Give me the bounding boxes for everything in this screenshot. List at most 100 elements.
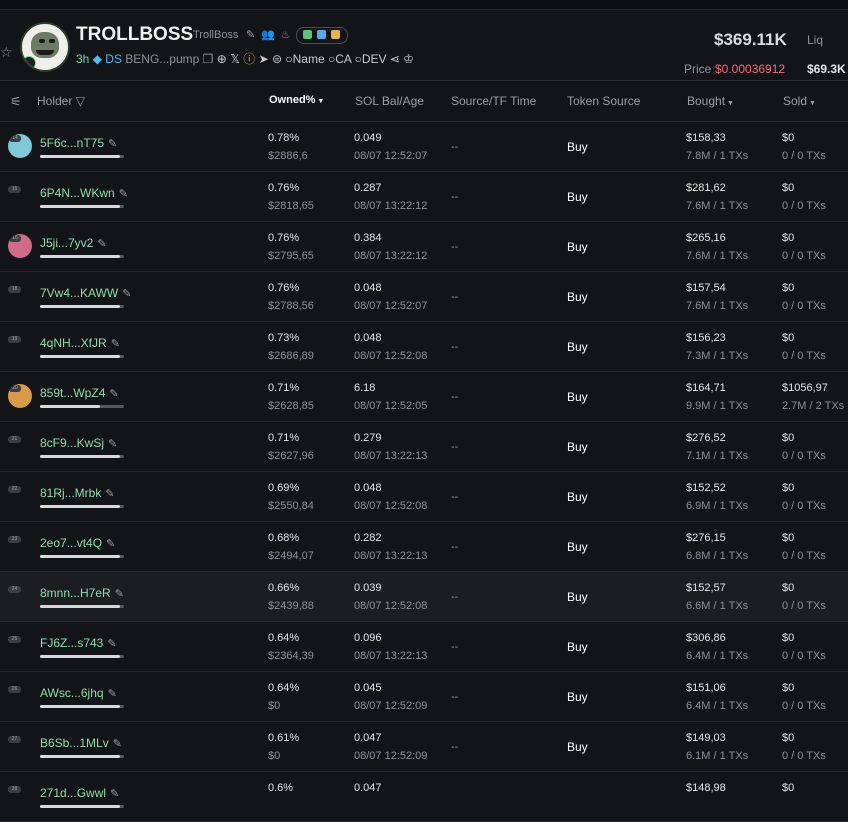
holder-address[interactable]: 6P4N...WKwn ✎ xyxy=(40,186,128,200)
table-row[interactable]: 20 859t...WpZ4 ✎ 0.71% $2628,85 6.18 08/07 12:… xyxy=(0,372,848,422)
bought-column-header[interactable]: Bought ▼ xyxy=(687,94,734,108)
ds-link[interactable]: DS xyxy=(105,52,122,66)
token-source-column-header[interactable]: Token Source xyxy=(567,94,640,108)
holder-address[interactable]: 81Rj...Mrbk ✎ xyxy=(40,486,115,500)
search-dev-link[interactable]: DEV xyxy=(362,52,387,66)
holder-address[interactable]: 8mnn...H7eR ✎ xyxy=(40,586,124,600)
crown-icon[interactable]: ♔ xyxy=(403,52,414,66)
sol-column-header[interactable]: SOL Bal/Age xyxy=(355,94,424,108)
sort-icon[interactable]: ▼ xyxy=(725,100,734,107)
owned-usd: $0 xyxy=(268,750,281,762)
table-row[interactable]: 27 B6Sb...1MLv ✎ 0.61% $0 0.047 08/07 12:52:09… xyxy=(0,722,848,772)
holder-address[interactable]: J5ji...7yv2 ✎ xyxy=(40,236,107,250)
sol-balance: 0.049 xyxy=(354,132,382,144)
edit-icon[interactable]: ✎ xyxy=(119,188,128,200)
table-row[interactable]: 15 6P4N...WKwn ✎ 0.76% $2818,65 0.287 08/07 13… xyxy=(0,172,848,222)
telegram-icon[interactable]: ➤ xyxy=(259,52,269,66)
edit-icon[interactable]: ✎ xyxy=(111,338,120,350)
table-row[interactable]: 16 J5ji...7yv2 ✎ 0.76% $2795,65 0.384 08/07 13… xyxy=(0,222,848,272)
favorite-star-icon[interactable]: ☆ xyxy=(0,44,13,61)
table-row[interactable]: 19 4qNH...XfJR ✎ 0.73% $2686,89 0.048 08/07 12… xyxy=(0,322,848,372)
share-icon[interactable]: ⋖ xyxy=(390,52,400,66)
sold-usd: $0 xyxy=(782,532,795,544)
edit-icon[interactable]: ✎ xyxy=(105,488,114,500)
holder-address[interactable]: 7Vw4...KAWW ✎ xyxy=(40,286,131,300)
holding-bar xyxy=(40,555,124,558)
search-ca-link[interactable]: CA xyxy=(335,52,351,66)
holder-address[interactable]: B6Sb...1MLv ✎ xyxy=(40,736,122,750)
source-tf-column-header[interactable]: Source/TF Time xyxy=(451,94,536,108)
rank-badge: 21 xyxy=(8,436,21,443)
x-twitter-icon[interactable]: 𝕏 xyxy=(230,52,240,66)
table-row[interactable]: 22 81Rj...Mrbk ✎ 0.69% $2550,84 0.048 08/07 12… xyxy=(0,472,848,522)
source-tf-time: -- xyxy=(451,241,459,253)
token-source: Buy xyxy=(567,390,588,404)
contract-address[interactable]: BENG...pump xyxy=(125,52,199,66)
source-tf-time: -- xyxy=(451,591,459,603)
holder-address[interactable]: 8cF9...KwSj ✎ xyxy=(40,436,117,450)
rank-badge: 18 xyxy=(8,286,21,293)
rank-badge: 25 xyxy=(8,636,21,643)
table-row[interactable]: 28 271d...Gwwl ✎ 0.6% 0.047 $148,98 $0 xyxy=(0,772,848,822)
edit-icon[interactable]: ✎ xyxy=(107,638,116,650)
sort-icon[interactable]: ▼ xyxy=(807,100,816,107)
edit-icon[interactable]: ✎ xyxy=(108,138,117,150)
bought-usd: $158,33 xyxy=(686,132,726,144)
holder-address[interactable]: 271d...Gwwl ✎ xyxy=(40,786,119,800)
holder-address[interactable]: 5F6c...nT75 ✎ xyxy=(40,136,117,150)
edit-icon[interactable]: ✎ xyxy=(113,738,122,750)
liq-label: Liq xyxy=(807,33,824,47)
holding-bar-fill xyxy=(40,605,120,608)
warning-icon[interactable]: ⓘ xyxy=(243,52,255,66)
sold-column-header[interactable]: Sold ▼ xyxy=(783,94,816,108)
table-row[interactable]: 25 FJ6Z...s743 ✎ 0.64% $2364,39 0.096 08/07 13… xyxy=(0,622,848,672)
holder-address[interactable]: 4qNH...XfJR ✎ xyxy=(40,336,120,350)
holding-bar xyxy=(40,305,124,308)
edit-icon[interactable]: ✎ xyxy=(106,538,115,550)
sold-usd: $0 xyxy=(782,432,795,444)
bought-usd: $276,52 xyxy=(686,432,726,444)
holder-address[interactable]: FJ6Z...s743 ✎ xyxy=(40,636,117,650)
holder-address[interactable]: 859t...WpZ4 ✎ xyxy=(40,386,119,400)
holder-column-header[interactable]: Holder ▽ xyxy=(37,94,85,108)
table-row[interactable]: 26 AWsc...6jhq ✎ 0.64% $0 0.045 08/07 12:52:09… xyxy=(0,672,848,722)
edit-icon[interactable]: ✎ xyxy=(122,288,131,300)
search-name-icon[interactable]: ○ xyxy=(285,52,292,66)
edit-icon[interactable]: ✎ xyxy=(109,388,118,400)
market-cap: $369.11K xyxy=(714,30,787,49)
table-row[interactable]: 23 2eo7...vt4Q ✎ 0.68% $2494,07 0.282 08/07 13… xyxy=(0,522,848,572)
filter-settings-icon[interactable]: ⚟ xyxy=(10,94,22,110)
globe-icon[interactable]: ⊕ xyxy=(217,52,227,66)
sold-amount: 2.7M / 2 TXs xyxy=(782,400,845,412)
search-name-link[interactable]: Name xyxy=(293,52,325,66)
edit-icon[interactable]: ✎ xyxy=(246,28,255,41)
search-dev-icon[interactable]: ○ xyxy=(355,52,362,66)
sol-balance: 0.096 xyxy=(354,632,382,644)
bought-usd: $281,62 xyxy=(686,182,726,194)
sold-usd: $0 xyxy=(782,182,795,194)
table-row[interactable]: 24 8mnn...H7eR ✎ 0.66% $2439,88 0.039 08/07 12… xyxy=(0,572,848,622)
logo-badge-icon xyxy=(22,56,36,70)
holder-address[interactable]: 2eo7...vt4Q ✎ xyxy=(40,536,115,550)
edit-icon[interactable]: ✎ xyxy=(108,438,117,450)
owned-column-header[interactable]: Owned% ▼ xyxy=(269,94,324,106)
pill-icon[interactable]: ⊜ xyxy=(272,52,282,66)
edit-icon[interactable]: ✎ xyxy=(115,588,124,600)
owned-usd: $2686,89 xyxy=(268,350,314,362)
table-row[interactable]: 18 7Vw4...KAWW ✎ 0.76% $2788,56 0.048 08/07 12… xyxy=(0,272,848,322)
filter-icon[interactable]: ▽ xyxy=(72,94,85,108)
edit-icon[interactable]: ✎ xyxy=(97,238,106,250)
table-row[interactable]: 14 5F6c...nT75 ✎ 0.78% $2886,6 0.049 08/07 12:… xyxy=(0,122,848,172)
sold-amount: 0 / 0 TXs xyxy=(782,650,826,662)
edit-icon[interactable]: ✎ xyxy=(110,788,119,800)
sol-balance: 6.18 xyxy=(354,382,376,394)
table-row[interactable]: 21 8cF9...KwSj ✎ 0.71% $2627,96 0.279 08/07 13… xyxy=(0,422,848,472)
price-value: $0.00036912 xyxy=(715,62,786,76)
edit-icon[interactable]: ✎ xyxy=(108,688,117,700)
holder-address[interactable]: AWsc...6jhq ✎ xyxy=(40,686,117,700)
copy-icon[interactable]: ❐ xyxy=(203,52,214,66)
sort-desc-icon[interactable]: ▼ xyxy=(315,98,324,105)
sold-amount: 0 / 0 TXs xyxy=(782,700,826,712)
source-tf-time: -- xyxy=(451,641,459,653)
source-tf-time: -- xyxy=(451,541,459,553)
